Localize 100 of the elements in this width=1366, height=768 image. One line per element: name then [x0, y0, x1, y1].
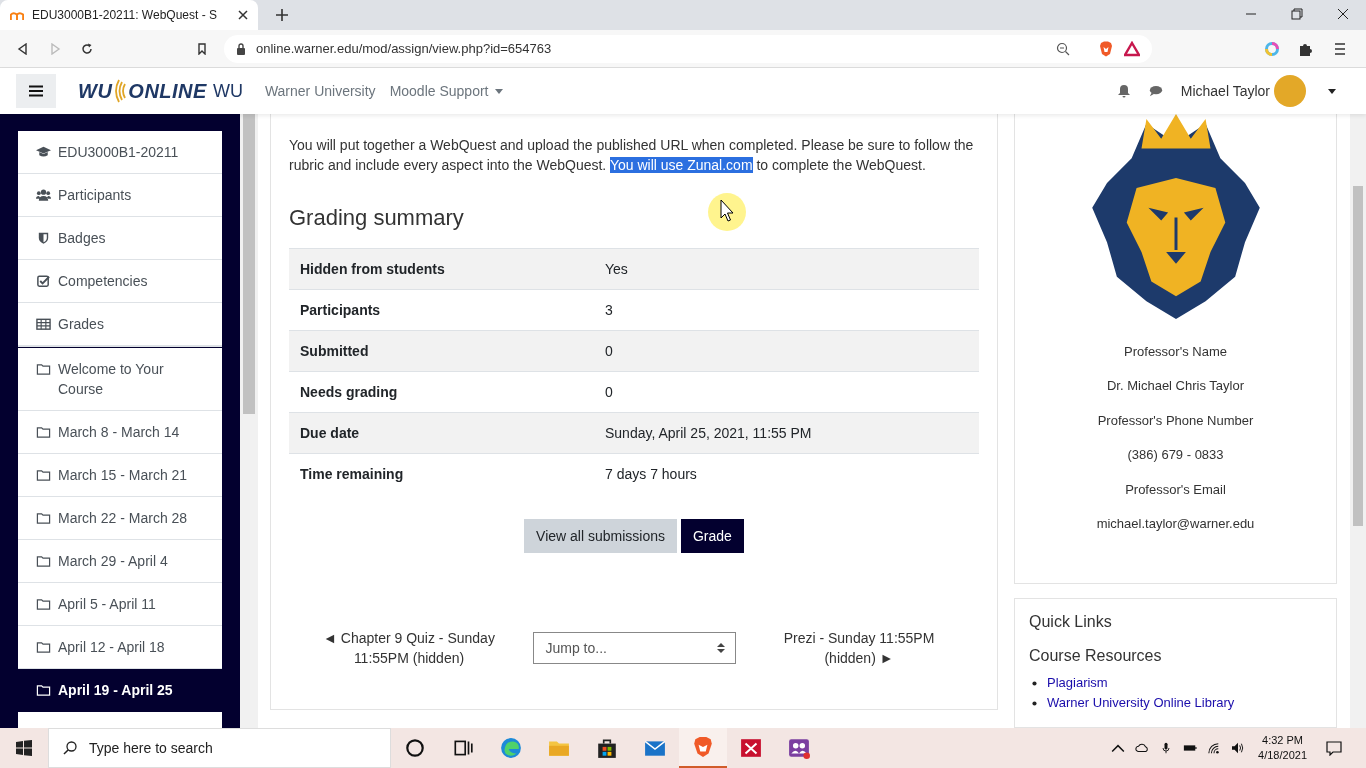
sidebar-item[interactable]: Grades [18, 303, 222, 347]
triangle-icon[interactable] [1124, 40, 1140, 57]
browser-icon[interactable] [500, 737, 522, 759]
table-cell: 7 days 7 hours [594, 453, 979, 495]
info-text: Professor's Phone Number [1097, 411, 1254, 430]
table-cell: 0 [594, 330, 979, 372]
restore-icon[interactable] [1291, 8, 1303, 20]
block-subtitle: Course Resources [1029, 647, 1163, 665]
folder-icon [36, 511, 51, 525]
info-text: Professor's Email [1125, 480, 1226, 499]
folder-icon [36, 597, 51, 611]
menu-icon[interactable] [1332, 40, 1348, 57]
user-name[interactable]: Michael Taylor [1180, 83, 1270, 99]
folder-icon [36, 425, 51, 439]
sidebar-item[interactable]: March 22 - March 28 [18, 497, 222, 540]
cloud-icon[interactable] [1135, 742, 1150, 754]
info-text: (386) 679 - 0833 [1127, 446, 1224, 465]
jump-to-select[interactable]: Jump to... [532, 631, 736, 664]
caret-icon[interactable] [1328, 88, 1336, 94]
bullet-icon [1032, 680, 1037, 686]
lock-icon [236, 42, 246, 55]
resource-link[interactable]: Plagiarism [1047, 673, 1108, 693]
browser-tab[interactable]: EDU3000B1-20211: WebQuest - S [0, 0, 258, 30]
folder-icon [36, 554, 51, 568]
table-cell: Due date [289, 412, 594, 454]
close-icon[interactable] [1337, 8, 1349, 20]
menu-button[interactable] [16, 74, 56, 108]
users-icon [36, 188, 51, 202]
table-cell: Time remaining [289, 453, 594, 495]
sidebar-item[interactable]: Participants [18, 174, 222, 217]
url-text: online.warner.edu/mod/assign/view.php?id=654763 [256, 41, 552, 56]
folder-icon [36, 683, 51, 697]
previous-activity-link[interactable]: ◄ Chapter 9 Quiz - Sunday 11:55PM (hidden) [319, 627, 499, 668]
search-field[interactable]: Type here to search [48, 728, 391, 768]
section-heading: Grading summary [289, 205, 464, 231]
bell-icon[interactable] [1116, 84, 1131, 98]
plus-icon[interactable] [276, 9, 288, 21]
sidebar-item[interactable]: April 12 - April 18 [18, 626, 222, 669]
view-submissions-button[interactable]: View all submissions [524, 518, 677, 553]
scrollbar[interactable] [240, 114, 258, 728]
taskbar-app[interactable] [679, 728, 727, 768]
search-icon [63, 741, 77, 755]
site-name[interactable]: WU [212, 80, 243, 102]
wifi-icon[interactable] [1207, 742, 1222, 754]
sidebar-item[interactable]: March 8 - March 14 [18, 411, 222, 454]
nav-link[interactable]: Warner University [264, 83, 376, 99]
back-icon[interactable] [17, 42, 29, 55]
video-app-icon[interactable] [788, 737, 810, 759]
clock-date[interactable]: 4/18/2021 [1258, 748, 1307, 763]
lion-shield-icon[interactable] [1098, 40, 1114, 57]
sidebar-item[interactable]: EDU3000B1-20211 [18, 131, 222, 174]
caret-icon [495, 88, 504, 94]
clock-time[interactable]: 4:32 PM [1262, 733, 1303, 748]
table-cell: Hidden from students [289, 248, 594, 290]
store-icon[interactable] [596, 737, 618, 759]
sidebar-item[interactable]: Badges [18, 217, 222, 260]
document-icon[interactable] [740, 737, 762, 759]
sidebar-item[interactable]: March 15 - March 21 [18, 454, 222, 497]
table-cell: Participants [289, 289, 594, 331]
scrollbar[interactable] [1350, 114, 1366, 728]
folder-icon [36, 468, 51, 482]
sort-arrows-icon [716, 641, 725, 654]
bookmark-icon[interactable] [196, 42, 208, 55]
info-text: Professor's Name [1124, 343, 1227, 361]
menu-icon [29, 85, 43, 97]
chevron-up-icon[interactable] [1111, 742, 1126, 754]
info-text: michael.taylor@warner.edu [1096, 515, 1255, 534]
table-cell: Needs grading [289, 371, 594, 413]
grade-button[interactable]: Grade [681, 518, 744, 553]
circle-icon[interactable] [404, 737, 426, 759]
site-logo[interactable]: WU ONLINE [78, 78, 207, 104]
next-activity-link[interactable]: Prezi - Sunday 11:55PM (hidden) ► [769, 627, 949, 668]
address-bar[interactable]: online.warner.edu/mod/assign/view.php?id=654763 [224, 34, 1152, 63]
dropdown-menu[interactable]: Moodle Support [389, 83, 504, 99]
ring-icon[interactable] [1264, 40, 1280, 57]
notification-icon[interactable] [1326, 740, 1342, 756]
table-cell: Submitted [289, 330, 594, 372]
chat-icon[interactable] [1148, 84, 1163, 98]
sidebar-item[interactable]: April 5 - April 11 [18, 583, 222, 626]
folder-icon [36, 362, 51, 376]
bullet-icon [1032, 700, 1037, 706]
folder-icon [36, 640, 51, 654]
table-cell: Yes [594, 248, 979, 290]
speaker-icon[interactable] [1231, 742, 1246, 754]
reload-icon[interactable] [81, 42, 93, 55]
info-text: Dr. Michael Chris Taylor [1107, 377, 1244, 396]
moodle-icon [10, 9, 24, 21]
cursor-icon [707, 192, 747, 232]
resource-link[interactable]: Warner University Online Library [1047, 693, 1235, 713]
sidebar-item[interactable]: Welcome to Your Course [18, 348, 222, 411]
close-icon[interactable] [238, 10, 248, 20]
table-icon [36, 317, 51, 331]
windows-icon[interactable] [16, 740, 32, 756]
zoom-out-icon[interactable] [1056, 41, 1070, 56]
checkbox-icon [36, 274, 51, 288]
battery-icon[interactable] [1183, 742, 1198, 754]
sidebar-item[interactable]: Competencies [18, 260, 222, 303]
table-cell: Sunday, April 25, 2021, 11:55 PM [594, 412, 979, 454]
assignment-description: You will put together a WebQuest and upload the published URL when completed. Please be sure to follow the rubric and include every aspect into the WebQuest. You will use Zunal.com to complete the WebQuest. [289, 136, 975, 175]
sidebar-item[interactable]: March 29 - April 4 [18, 540, 222, 583]
